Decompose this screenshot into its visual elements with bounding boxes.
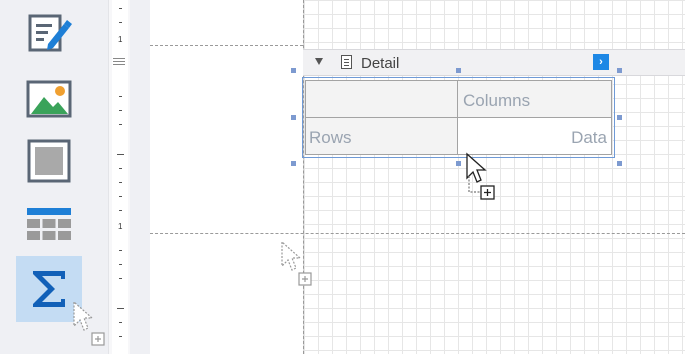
resize-handle-s[interactable] [456,161,461,166]
band-document-icon [341,55,352,69]
pivot-grid[interactable]: Columns Rows Data [305,80,612,155]
resize-handle-e[interactable] [617,115,622,120]
resize-handle-w[interactable] [291,115,296,120]
pivot-corner-cell[interactable] [306,81,458,118]
picture-tool[interactable] [16,66,82,132]
table-icon [27,208,71,240]
resize-handle-se[interactable] [617,161,622,166]
columns-label: Columns [463,91,531,110]
band-label: Detail [361,55,400,72]
label-tool[interactable] [16,0,82,66]
panel-tool[interactable] [16,128,82,194]
resize-handle-nw[interactable] [291,68,296,73]
detail-band-header[interactable]: Detail [303,49,685,76]
ruler-track: 1 1 [112,0,128,354]
ruler-number: 1 [118,222,123,231]
resize-handle-ne[interactable] [617,68,622,73]
resize-handle-sw[interactable] [291,161,296,166]
toolbox [0,0,108,354]
pivot-data-area[interactable]: Data [458,118,611,154]
pivot-rows-header[interactable]: Rows [306,118,458,154]
panel-icon [27,139,71,183]
drag-add-cursor-icon [73,300,105,346]
band-resize-grip[interactable] [113,58,125,66]
resize-handle-n[interactable] [456,68,461,73]
table-tool[interactable] [16,192,82,258]
vertical-ruler: 1 1 [108,0,131,354]
data-label: Data [571,128,607,147]
ruler-number: 1 [118,35,123,44]
picture-icon [26,80,72,118]
band-boundary-line [150,233,685,234]
pivot-columns-header[interactable]: Columns [458,81,611,118]
smart-tag-button[interactable]: › [593,54,609,70]
ruler-gutter [130,0,150,354]
drag-add-cursor-icon [466,152,495,200]
sigma-icon [33,271,65,307]
band-boundary-line [150,45,303,46]
collapse-caret-icon[interactable] [315,58,323,65]
edit-label-icon [28,14,72,52]
rows-label: Rows [309,128,352,147]
drag-add-cursor-icon [281,240,312,286]
